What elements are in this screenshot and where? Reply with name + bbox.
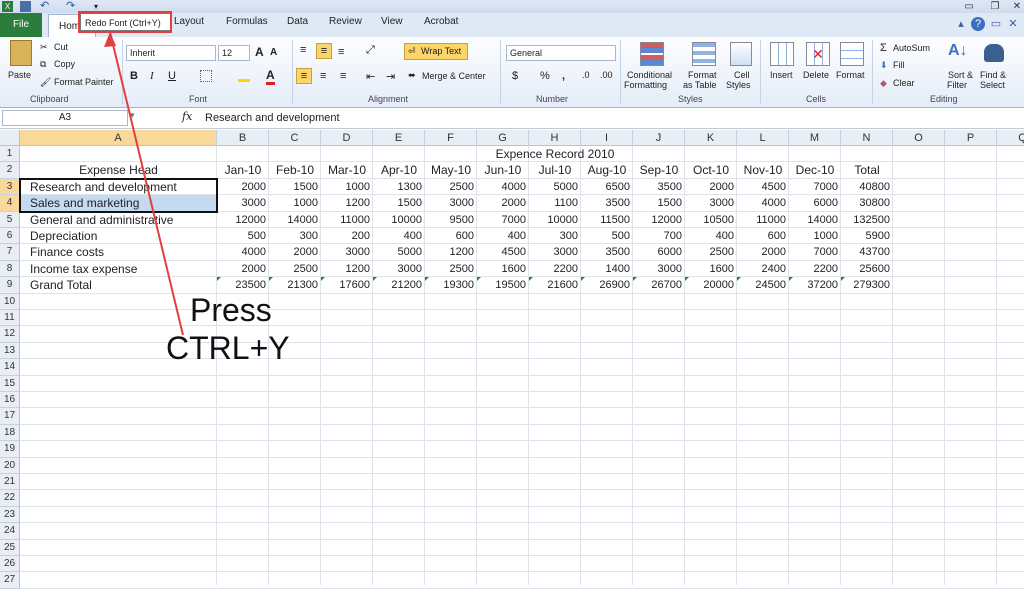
tooltip-highlight bbox=[78, 11, 172, 33]
annotation-arrow bbox=[104, 31, 184, 336]
